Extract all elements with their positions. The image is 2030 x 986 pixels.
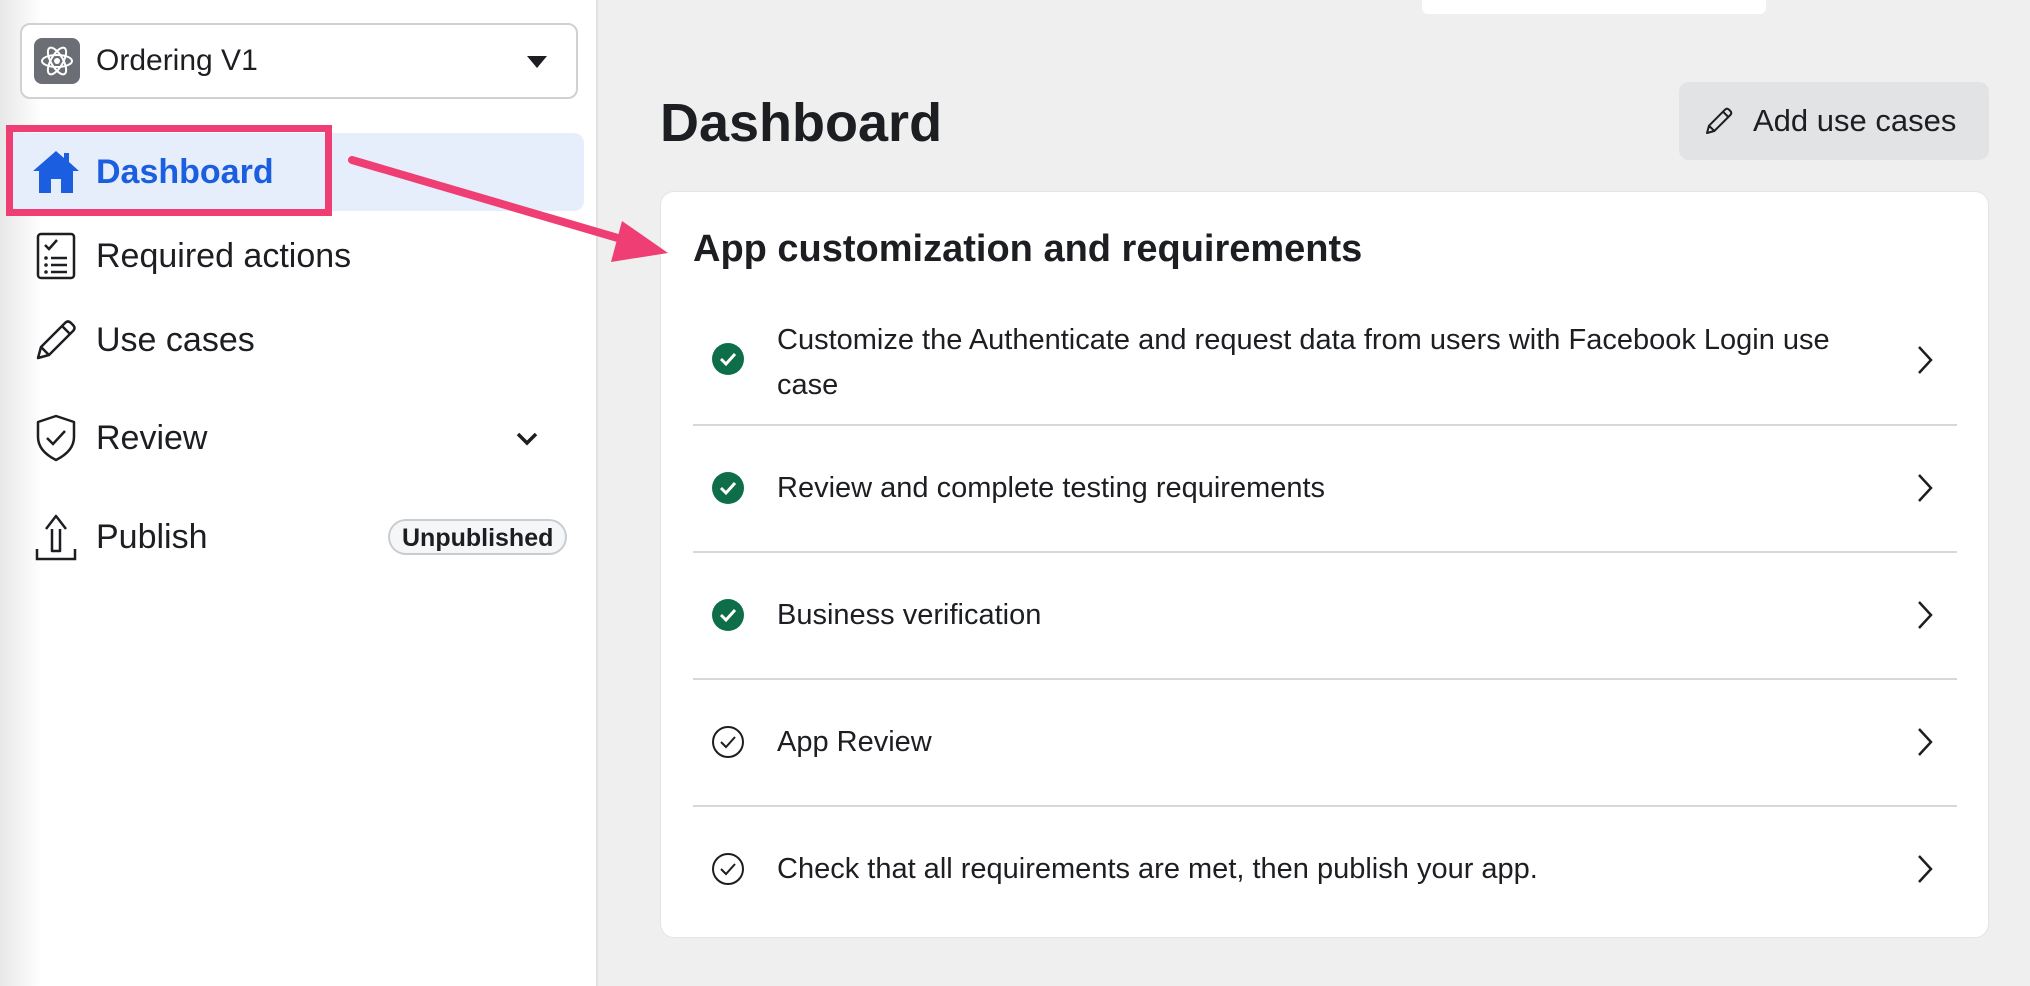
check-pending-icon <box>711 725 745 764</box>
add-use-cases-button[interactable]: Add use cases <box>1679 82 1989 160</box>
requirement-label: Customize the Authenticate and request d… <box>777 324 1830 401</box>
chevron-right-icon <box>1915 599 1935 636</box>
requirements-card: App customization and requirements Custo… <box>660 191 1989 938</box>
requirement-label: Review and complete testing requirements <box>777 472 1326 504</box>
sidebar-item-required-actions[interactable]: Required actions <box>30 226 351 286</box>
check-pending-icon <box>711 852 745 891</box>
caret-down-icon <box>526 55 548 74</box>
sidebar-item-publish[interactable]: Publish <box>30 507 208 567</box>
sidebar-item-label: Review <box>96 418 208 457</box>
pencil-icon <box>1703 105 1735 137</box>
upload-icon <box>30 511 82 563</box>
requirement-row[interactable]: Review and complete testing requirements <box>693 426 1957 553</box>
shield-check-icon <box>30 412 82 464</box>
sidebar-item-review[interactable]: Review <box>30 408 207 468</box>
pencil-icon <box>30 314 82 366</box>
check-complete-icon <box>711 471 745 510</box>
page-title: Dashboard <box>660 93 943 153</box>
sidebar-item-label: Publish <box>96 517 208 556</box>
chevron-down-icon[interactable] <box>512 424 542 459</box>
card-title: App customization and requirements <box>693 228 1363 270</box>
sidebar-item-use-cases[interactable]: Use cases <box>30 310 255 370</box>
atom-icon <box>34 38 80 84</box>
sidebar-item-label: Required actions <box>96 236 352 275</box>
app-name: Ordering V1 <box>96 44 258 77</box>
search-bar[interactable] <box>1422 0 1766 14</box>
requirement-label: App Review <box>777 726 932 758</box>
app-selector[interactable]: Ordering V1 <box>20 23 578 99</box>
requirement-row[interactable]: App Review <box>693 680 1957 807</box>
requirement-label: Check that all requirements are met, the… <box>777 853 1538 885</box>
sidebar-item-label: Use cases <box>96 320 255 359</box>
chevron-right-icon <box>1915 344 1935 381</box>
requirement-row[interactable]: Customize the Authenticate and request d… <box>693 297 1957 426</box>
check-complete-icon <box>711 342 745 381</box>
check-complete-icon <box>711 598 745 637</box>
annotation-highlight-box <box>6 125 332 216</box>
requirement-label: Business verification <box>777 599 1042 631</box>
add-use-cases-label: Add use cases <box>1753 103 1957 138</box>
chevron-right-icon <box>1915 853 1935 890</box>
chevron-right-icon <box>1915 472 1935 509</box>
sidebar: Ordering V1 Dashboard Required actions U… <box>0 0 598 986</box>
status-badge: Unpublished <box>388 519 568 555</box>
checklist-icon <box>30 230 82 282</box>
chevron-right-icon <box>1915 726 1935 763</box>
requirement-row[interactable]: Business verification <box>693 553 1957 680</box>
requirement-row[interactable]: Check that all requirements are met, the… <box>693 807 1957 934</box>
